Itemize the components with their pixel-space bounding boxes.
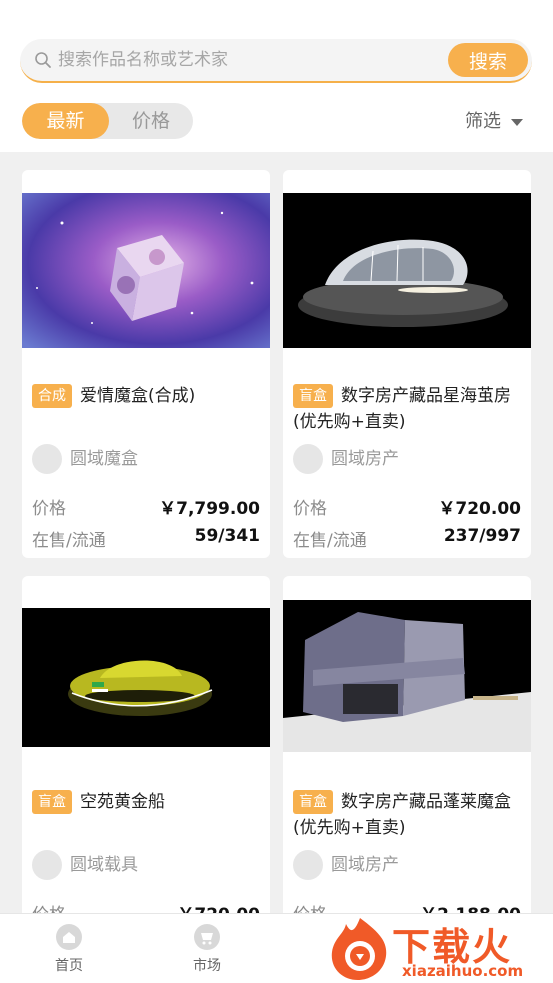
- search-bar: 搜索: [20, 39, 532, 83]
- creator-avatar: [293, 850, 323, 880]
- search-button[interactable]: 搜索: [448, 43, 528, 77]
- creator-avatar: [32, 444, 62, 474]
- product-image-golden-ship: [22, 608, 270, 747]
- price-label: 价格: [32, 499, 66, 519]
- product-card[interactable]: 盲盒 数字房产藏品星海茧房 (优先购+直卖) 圆域房产 价格 ￥720.00 在…: [283, 170, 531, 558]
- product-title: 数字房产藏品蓬莱魔盒: [341, 792, 511, 812]
- creator-name: 圆域魔盒: [70, 449, 138, 469]
- creator-name: 圆域房产: [331, 449, 399, 469]
- badge-synthesis: 合成: [32, 384, 72, 408]
- price-value: ￥7,799.00: [159, 499, 260, 519]
- tab-home[interactable]: 首页: [29, 924, 109, 975]
- home-icon: [56, 924, 82, 950]
- price-label: 价格: [293, 499, 327, 519]
- badge-blind-box: 盲盒: [293, 790, 333, 814]
- caret-down-icon: [511, 118, 523, 126]
- product-title: 爱情魔盒(合成): [80, 386, 196, 406]
- tab-price[interactable]: 价格: [109, 103, 193, 139]
- filter-dropdown[interactable]: 筛选: [465, 108, 523, 136]
- tab-market[interactable]: 市场: [167, 924, 247, 975]
- product-image-penglai-box: [283, 600, 531, 752]
- product-image-love-box: [22, 193, 270, 348]
- cart-icon: [194, 924, 220, 950]
- creator-name: 圆域房产: [331, 855, 399, 875]
- top-bar: 搜索 最新 价格 筛选: [0, 0, 553, 152]
- product-title-line2: (优先购+直卖): [293, 818, 406, 838]
- supply-value: 59/341: [194, 526, 260, 546]
- search-input[interactable]: [58, 39, 438, 81]
- product-card[interactable]: 盲盒 空苑黄金船 圆域载具 价格 ￥720.00: [22, 576, 270, 936]
- product-image-star-cocoon: [283, 193, 531, 348]
- product-title-line2: (优先购+直卖): [293, 412, 406, 432]
- tab-home-label: 首页: [55, 958, 83, 974]
- product-title: 空苑黄金船: [80, 792, 165, 812]
- creator-avatar: [293, 444, 323, 474]
- product-title: 数字房产藏品星海茧房: [341, 386, 511, 406]
- sort-segment: 最新 价格: [22, 103, 193, 139]
- badge-blind-box: 盲盒: [293, 384, 333, 408]
- supply-label: 在售/流通: [293, 531, 367, 551]
- creator-avatar: [32, 850, 62, 880]
- supply-value: 237/997: [443, 526, 521, 546]
- price-value: ￥720.00: [438, 499, 521, 519]
- product-card[interactable]: 盲盒 数字房产藏品蓬莱魔盒 (优先购+直卖) 圆域房产 价格 ￥2,188.00: [283, 576, 531, 936]
- filter-label: 筛选: [465, 111, 501, 132]
- watermark-url: xiazaihuo.com: [402, 962, 524, 980]
- supply-label: 在售/流通: [32, 531, 106, 551]
- tab-market-label: 市场: [193, 958, 221, 974]
- creator-name: 圆域载具: [70, 855, 138, 875]
- product-card[interactable]: 合成 爱情魔盒(合成) 圆域魔盒 价格 ￥7,799.00 在售/流通 59/3…: [22, 170, 270, 558]
- watermark: 下载火 xiazaihuo.com: [326, 910, 553, 983]
- search-icon: [35, 52, 51, 68]
- badge-blind-box: 盲盒: [32, 790, 72, 814]
- tab-latest[interactable]: 最新: [22, 103, 109, 139]
